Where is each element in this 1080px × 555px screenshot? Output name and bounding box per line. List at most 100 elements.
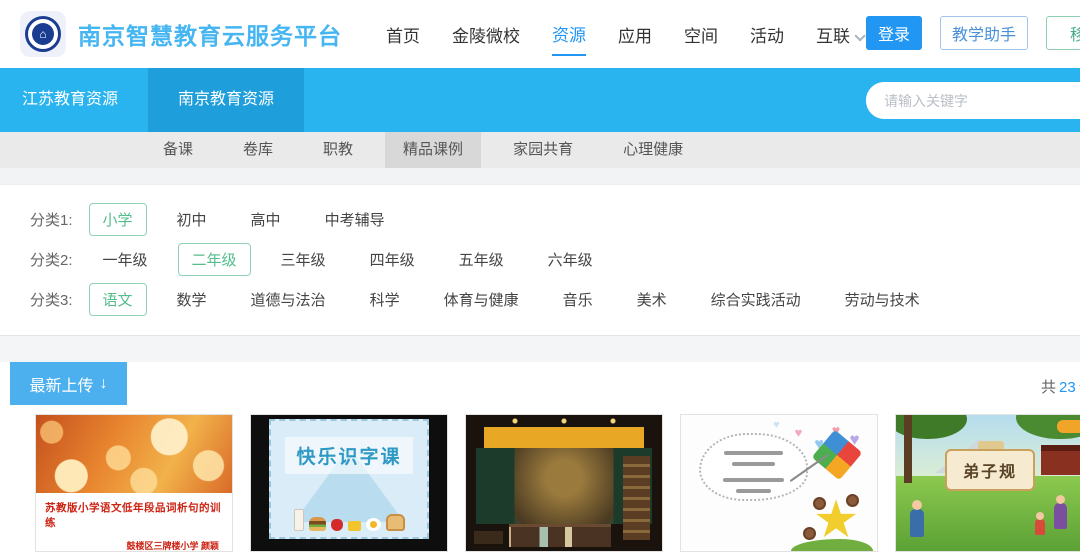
book-shelf [623,456,650,540]
category-navigation: 备课 卷库 职教 精品课例 家园共育 心理健康 [0,132,1080,168]
filter-option-grade5[interactable]: 五年级 [445,243,518,276]
header: ⌂ 南京智慧教育云服务平台 首页 金陵微校 资源 应用 空间 活动 互联 登录 … [0,0,1080,68]
egg-icon [366,518,381,531]
site-logo: ⌂ [20,11,66,57]
search-input[interactable] [866,82,1080,119]
resource-card-cloud-kite[interactable]: ♥ ♥ ♥ ♥ ♥ ★ [680,414,878,552]
filter-row-subject: 分类3: 语文 数学 道德与法治 科学 体育与健康 音乐 美术 综合实践活动 劳… [0,279,1080,319]
nav-item-interconnect-label: 互联 [816,27,850,46]
resource-card-word-analysis[interactable]: 苏教版小学语文低年段品词析句的训练 鼓楼区三牌楼小学 颜颖 [35,414,233,552]
nav-item-apps[interactable]: 应用 [618,14,652,55]
grass [791,539,873,551]
filter-option-music[interactable]: 音乐 [549,283,607,316]
login-button[interactable]: 登录 [866,16,922,50]
bread-icon [386,514,405,531]
milk-icon [294,509,304,531]
filter-option-exam-tutoring[interactable]: 中考辅导 [311,203,399,236]
filter-option-grade2[interactable]: 二年级 [178,243,251,276]
latest-upload-sort-button[interactable]: 最新上传 ↓ [10,362,127,405]
spacer [0,168,1080,184]
card-subtitle-text: 鼓楼区三牌楼小学 颜颖 [45,539,223,552]
card-thumbnail-bokeh [36,415,232,493]
filter-option-practice[interactable]: 综合实践活动 [697,283,815,316]
sort-row: 最新上传 ↓ 共23个 [0,362,1080,414]
resource-card-bookshop[interactable] [465,414,663,552]
filter-option-chinese[interactable]: 语文 [89,283,147,316]
chevron-down-icon [854,30,865,41]
shop-sign [484,427,645,447]
result-count: 共23个 [1041,376,1080,397]
filter-option-pe-health[interactable]: 体育与健康 [430,283,533,316]
filter-option-grade3[interactable]: 三年级 [267,243,340,276]
nav-item-jinling-school[interactable]: 金陵微校 [452,14,520,55]
count-prefix: 共 [1041,379,1056,396]
nav-item-resources[interactable]: 资源 [552,13,586,56]
filter-option-grade4[interactable]: 四年级 [356,243,429,276]
latest-upload-label: 最新上传 [29,372,93,396]
book-table [509,524,611,547]
bench [474,531,503,545]
cheese-icon [348,521,361,531]
filter-option-math[interactable]: 数学 [163,283,221,316]
filter-option-senior[interactable]: 高中 [237,203,295,236]
filter-row-grade: 分类2: 一年级 二年级 三年级 四年级 五年级 六年级 [0,239,1080,279]
resource-tab-bar: 江苏教育资源 南京教育资源 [0,68,1080,132]
heart-icon: ♥ [795,426,803,439]
resource-card-literacy-class[interactable]: 快乐识字课 [250,414,448,552]
filter-panel: 分类1: 小学 初中 高中 中考辅导 分类2: 一年级 二年级 三年级 四年级 … [0,184,1080,336]
filter-label: 分类1: [30,209,73,230]
filter-option-primary[interactable]: 小学 [89,203,147,236]
spacer [0,336,1080,362]
top-navigation: 首页 金陵微校 资源 应用 空间 活动 互联 [386,13,862,56]
filter-option-junior[interactable]: 初中 [163,203,221,236]
card-slide: 快乐识字课 [269,419,430,539]
category-question-bank[interactable]: 卷库 [225,132,291,168]
filter-label: 分类2: [30,249,73,270]
nav-item-interconnect[interactable]: 互联 [816,14,862,55]
card-title-text: 弟子规 [963,458,1017,482]
title-plaque: 弟子规 [945,449,1035,491]
logo-emblem-icon: ⌂ [25,16,61,52]
category-vocational[interactable]: 职教 [305,132,371,168]
search-box [866,82,1080,119]
category-lesson-prep[interactable]: 备课 [145,132,211,168]
resource-card-dizigui[interactable]: 弟子规 [895,414,1080,552]
card-title-text: 苏教版小学语文低年段品词析句的训练 [45,500,223,530]
teaching-assistant-button[interactable]: 教学助手 [940,16,1028,50]
filter-label: 分类3: [30,289,73,310]
strawberry-icon [331,519,343,531]
cartoon-button [1057,420,1080,432]
filter-option-grade6[interactable]: 六年级 [534,243,607,276]
thought-cloud [699,433,809,501]
mobile-button[interactable]: 移动端 [1046,16,1080,50]
filter-option-grade1[interactable]: 一年级 [89,243,162,276]
header-actions: 登录 教学助手 移动端 [866,16,1080,50]
tab-nanjing-resources[interactable]: 南京教育资源 [148,68,304,132]
woman-character [1054,503,1067,529]
tab-jiangsu-resources[interactable]: 江苏教育资源 [0,68,148,132]
nav-item-home[interactable]: 首页 [386,14,420,55]
nav-item-space[interactable]: 空间 [684,14,718,55]
blurred-text-line [724,451,782,455]
blurred-text-line [736,489,772,493]
shop-lights [466,417,662,425]
site-title: 南京智慧教育云服务平台 [78,17,342,51]
nav-item-activities[interactable]: 活动 [750,14,784,55]
down-arrow-icon: ↓ [100,375,108,393]
filter-option-science[interactable]: 科学 [356,283,414,316]
category-home-school[interactable]: 家园共育 [495,132,591,168]
temple [1041,445,1080,475]
tree-trunk [904,415,912,483]
heart-icon: ♥ [773,420,780,431]
resource-card-list: 苏教版小学语文低年段品词析句的训练 鼓楼区三牌楼小学 颜颖 快乐识字课 [0,414,1080,552]
blurred-text-line [732,462,774,466]
burger-icon [309,517,326,531]
filter-option-labor-tech[interactable]: 劳动与技术 [831,283,934,316]
filter-option-art[interactable]: 美术 [623,283,681,316]
filter-option-morality-law[interactable]: 道德与法治 [237,283,340,316]
filter-row-level: 分类1: 小学 初中 高中 中考辅导 [0,199,1080,239]
blurred-text-line [723,478,784,482]
card-caption-area: 苏教版小学语文低年段品词析句的训练 鼓楼区三牌楼小学 颜颖 [36,493,232,551]
category-mental-health[interactable]: 心理健康 [605,132,701,168]
category-featured-lessons[interactable]: 精品课例 [385,132,481,168]
